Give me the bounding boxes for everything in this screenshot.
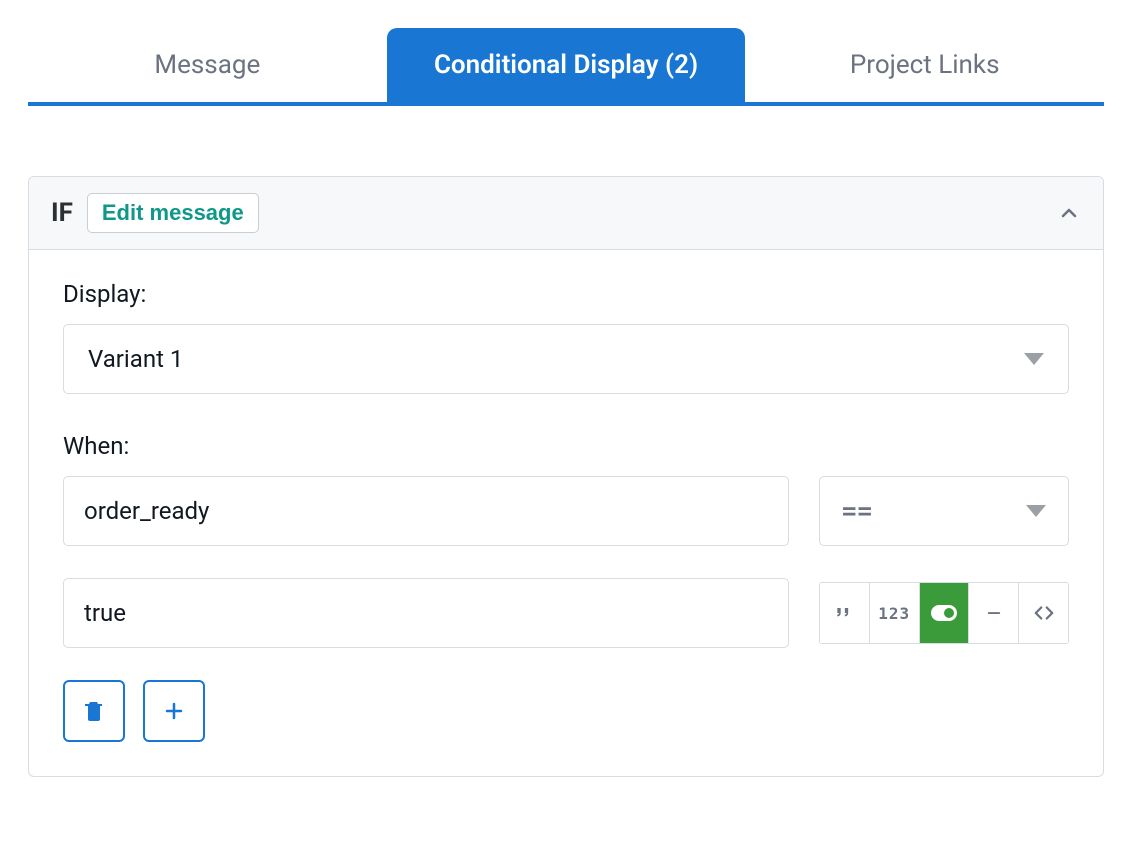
tab-project-links[interactable]: Project Links	[745, 28, 1104, 102]
quote-icon	[834, 603, 854, 623]
collapse-toggle[interactable]	[1057, 201, 1081, 225]
code-icon	[1033, 602, 1055, 624]
display-label: Display:	[63, 280, 1069, 308]
tab-conditional-display[interactable]: Conditional Display (2)	[387, 28, 746, 102]
caret-down-icon	[1026, 505, 1046, 517]
display-select[interactable]: Variant 1	[63, 324, 1069, 394]
panel-header: IF Edit message	[29, 177, 1103, 250]
condition-value-input[interactable]	[63, 578, 789, 648]
number-icon-text: 123	[878, 604, 910, 623]
trash-icon	[82, 699, 106, 723]
condition-field-input[interactable]	[63, 476, 789, 546]
tab-conditional-label: Conditional Display (2)	[434, 50, 698, 80]
chevron-up-icon	[1057, 201, 1081, 225]
tabs: Message Conditional Display (2) Project …	[28, 28, 1104, 106]
panel-body: Display: Variant 1 When: ==	[29, 250, 1103, 776]
type-code-button[interactable]	[1019, 583, 1068, 643]
plus-icon	[162, 699, 186, 723]
operator-value: ==	[842, 497, 873, 525]
display-select-value: Variant 1	[88, 345, 183, 373]
minus-icon	[985, 604, 1003, 622]
caret-down-icon	[1024, 353, 1044, 365]
type-string-button[interactable]	[820, 583, 870, 643]
value-type-group: 123	[819, 582, 1069, 644]
delete-condition-button[interactable]	[63, 680, 125, 742]
add-condition-button[interactable]	[143, 680, 205, 742]
if-label: IF	[51, 198, 73, 228]
tab-project-links-label: Project Links	[850, 50, 1000, 80]
edit-message-button[interactable]: Edit message	[87, 193, 259, 233]
type-null-button[interactable]	[969, 583, 1019, 643]
toggle-icon	[931, 605, 957, 621]
condition-panel: IF Edit message Display: Variant 1 When:	[28, 176, 1104, 777]
operator-select[interactable]: ==	[819, 476, 1069, 546]
tab-message-label: Message	[154, 50, 260, 80]
type-boolean-button[interactable]	[920, 583, 970, 643]
type-number-button[interactable]: 123	[870, 583, 920, 643]
when-label: When:	[63, 432, 1069, 460]
tab-message[interactable]: Message	[28, 28, 387, 102]
